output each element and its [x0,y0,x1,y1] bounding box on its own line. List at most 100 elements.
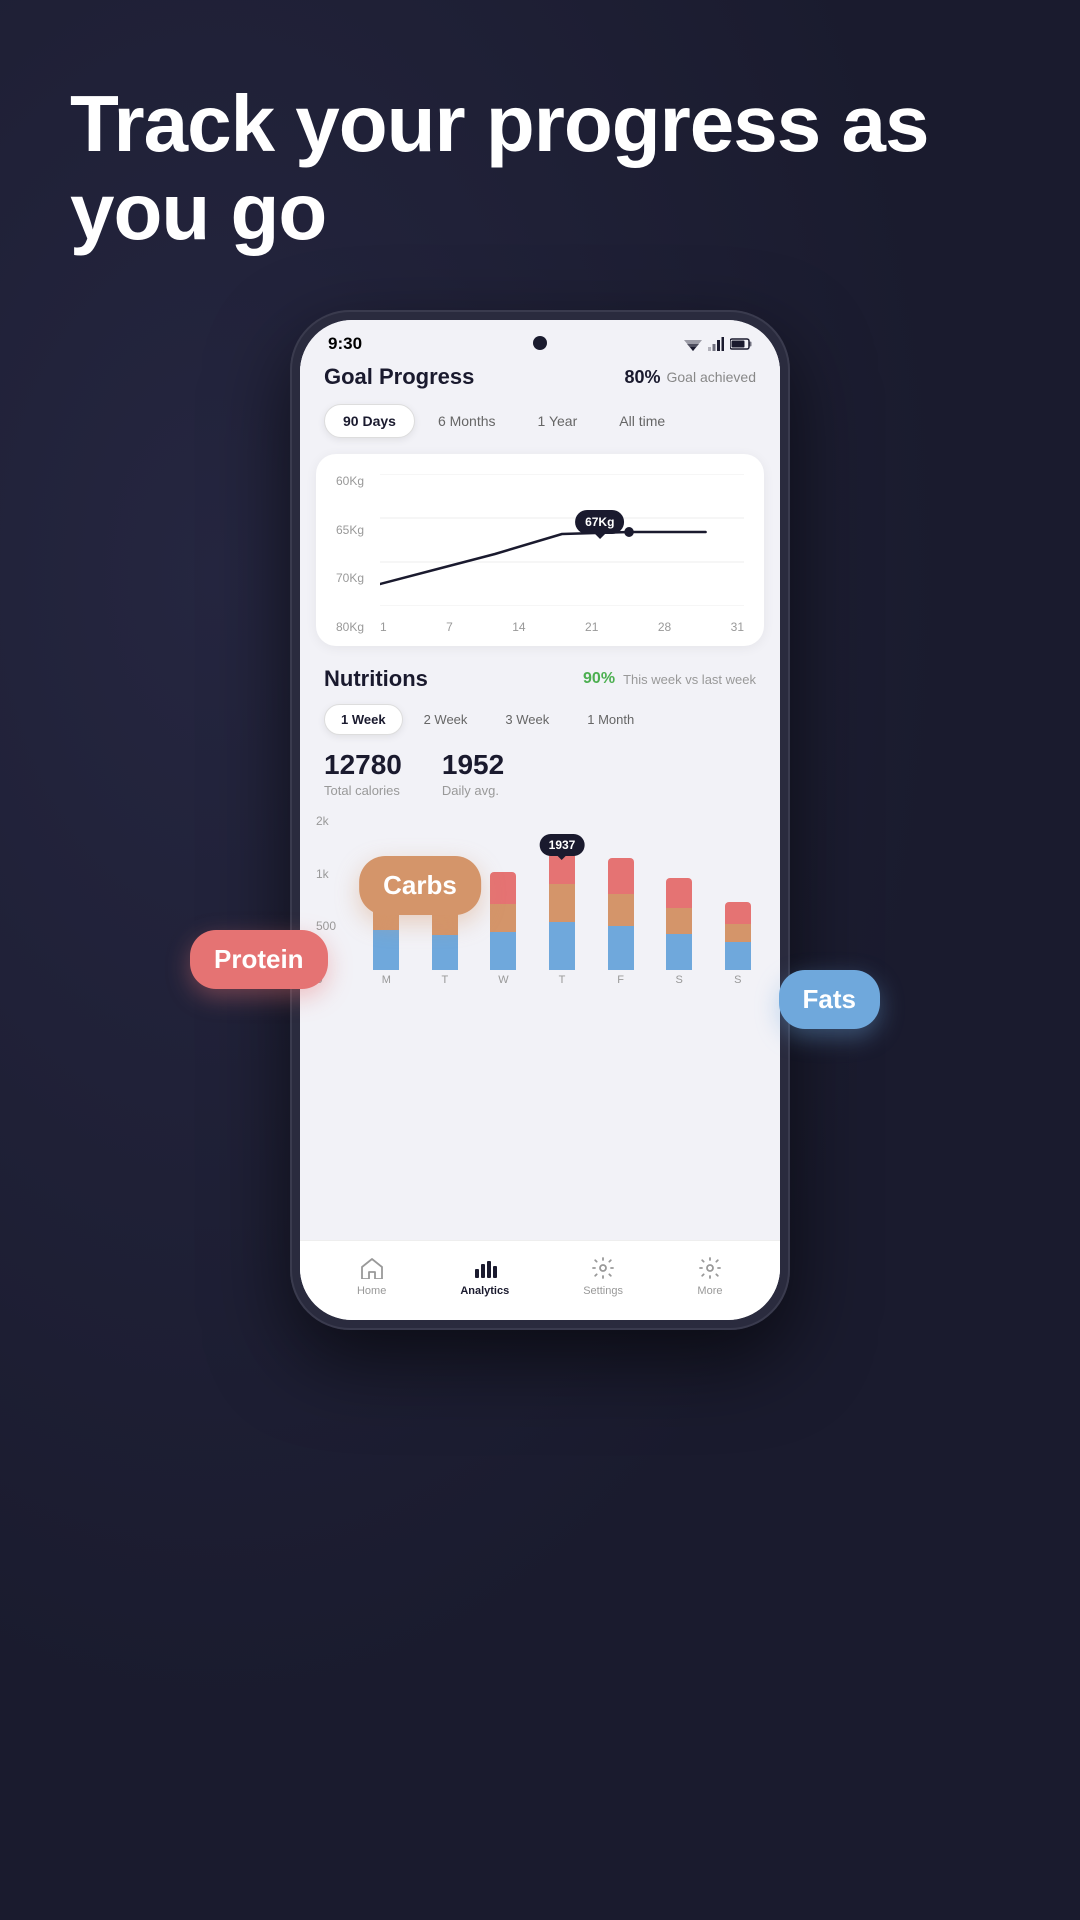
settings-icon [590,1255,616,1281]
x-label-14: 14 [512,620,525,634]
bar-fats-s2 [725,942,751,970]
bar-y-2k: 2k [316,814,336,828]
goal-tabs: 90 Days 6 Months 1 Year All time [300,404,780,454]
chart-plot: 67Kg [380,474,744,606]
y-label-65: 65Kg [336,523,364,537]
app-header: Goal Progress 80% Goal achieved [300,354,780,404]
tab-1year[interactable]: 1 Year [519,404,597,438]
nutri-tab-1week[interactable]: 1 Week [324,704,403,735]
home-icon [359,1255,385,1281]
tab-alltime[interactable]: All time [600,404,684,438]
bar-fats-s1 [666,934,692,970]
more-icon [697,1255,723,1281]
nav-home-label: Home [357,1285,386,1297]
nav-analytics[interactable]: Analytics [460,1255,509,1297]
bar-carbs-f [608,894,634,926]
bar-y-500: 500 [316,919,336,933]
daily-avg-label: Daily avg. [442,783,504,798]
bar-protein-s2 [725,902,751,924]
nav-more[interactable]: More [697,1255,723,1297]
bar-stack-t2 [549,842,575,970]
bar-friday: F [594,814,647,986]
nav-settings-label: Settings [583,1285,623,1297]
bar-y-1k: 1k [316,867,336,881]
analytics-icon [472,1255,498,1281]
nutritions-pct: 90% [583,670,615,688]
tab-6months[interactable]: 6 Months [419,404,515,438]
bar-stack-s2 [725,902,751,970]
nutritions-meta: 90% This week vs last week [583,670,756,688]
bar-label-t2: T [559,974,566,986]
weight-tooltip: 67Kg [575,510,624,534]
weight-line-svg [380,474,744,606]
nutri-tab-1month[interactable]: 1 Month [570,704,651,735]
x-label-1: 1 [380,620,387,634]
nutri-tab-3week[interactable]: 3 Week [488,704,566,735]
daily-avg-stat: 1952 Daily avg. [442,749,504,798]
nutritions-sub: This week vs last week [623,672,756,687]
bar-fats-t1 [432,935,458,970]
bar-label-f: F [617,974,624,986]
bar-chart-area: 2k 1k 500 0 M [300,814,780,1014]
float-fats-label: Fats [779,970,880,1029]
bar-label-s2: S [734,974,741,986]
chart-y-labels: 60Kg 65Kg 70Kg 80Kg [336,474,364,634]
bar-wednesday: W [477,814,530,986]
stats-row: 12780 Total calories 1952 Daily avg. [300,749,780,814]
y-label-80: 80Kg [336,620,364,634]
x-label-31: 31 [731,620,744,634]
total-calories-label: Total calories [324,783,402,798]
float-protein-label: Protein [190,930,328,989]
bar-label-w: W [498,974,508,986]
bar-label-t1: T [442,974,449,986]
bar-label-s1: S [676,974,683,986]
nutrition-tabs: 1 Week 2 Week 3 Week 1 Month [300,704,780,749]
nutritions-title: Nutritions [324,666,428,692]
nav-settings[interactable]: Settings [583,1255,623,1297]
weight-chart: 60Kg 65Kg 70Kg 80Kg [336,474,744,634]
x-label-7: 7 [446,620,453,634]
bar-carbs-t2 [549,884,575,922]
bar-carbs-s1 [666,908,692,934]
bar-carbs-w [490,904,516,932]
bar-thursday: 1937 T [536,814,589,986]
wifi-icon [684,337,702,351]
goal-achieved: 80% Goal achieved [624,367,756,388]
weight-chart-card: 60Kg 65Kg 70Kg 80Kg [316,454,764,646]
bar-stack-w [490,872,516,970]
nav-more-label: More [697,1285,722,1297]
chart-x-labels: 1 7 14 21 28 31 [380,620,744,634]
nav-home[interactable]: Home [357,1255,386,1297]
total-calories-value: 12780 [324,749,402,781]
bar-carbs-t1 [432,913,458,935]
bar-fats-w [490,932,516,970]
bar-label-m: M [382,974,391,986]
nutri-tab-2week[interactable]: 2 Week [407,704,485,735]
y-label-70: 70Kg [336,571,364,585]
bar-stack-f [608,858,634,970]
y-label-60: 60Kg [336,474,364,488]
status-time: 9:30 [328,334,362,354]
status-icons [684,337,752,351]
phone-screen: 9:30 [300,320,780,1320]
bar-fats-t2 [549,922,575,970]
nav-analytics-label: Analytics [460,1285,509,1297]
bar-saturday: S [653,814,706,986]
bar-stack-s1 [666,878,692,970]
app-header-title: Goal Progress [324,364,474,390]
goal-label: Goal achieved [666,369,756,385]
x-label-28: 28 [658,620,671,634]
float-carbs-label: Carbs [359,856,481,915]
battery-icon [730,338,752,350]
tab-90days[interactable]: 90 Days [324,404,415,438]
bar-sunday: S [711,814,764,986]
daily-avg-value: 1952 [442,749,504,781]
bar-tooltip: 1937 [540,834,585,856]
goal-pct: 80% [624,367,660,388]
bar-stack-wrapper-t2: 1937 [549,842,575,970]
signal-icon [708,337,724,351]
x-label-21: 21 [585,620,598,634]
headline: Track your progress as you go [70,80,1010,256]
bar-carbs-s2 [725,924,751,942]
bottom-nav: Home Analytics [300,1240,780,1310]
